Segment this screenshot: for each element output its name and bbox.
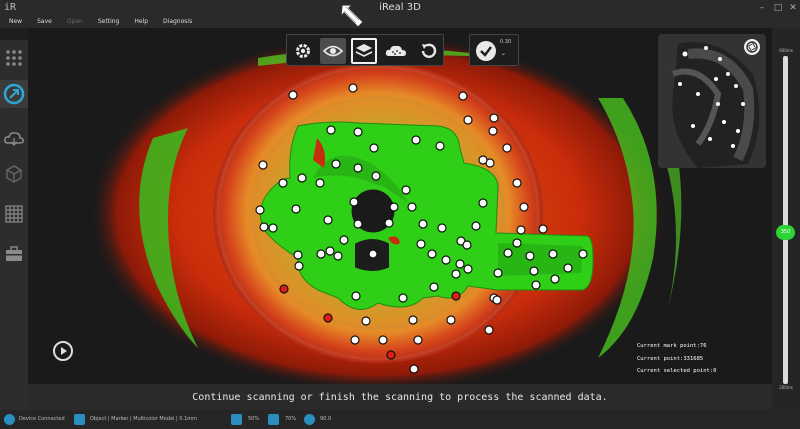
instruction-message: Continue scanning or finish the scanning… <box>28 384 772 410</box>
exposure-slider-track[interactable] <box>783 56 788 384</box>
menu-new[interactable]: New <box>0 16 22 28</box>
slider-min-label: 200ms <box>779 385 793 390</box>
cloud-point-icon[interactable] <box>383 38 409 64</box>
menu-save[interactable]: Save <box>28 16 52 28</box>
exposure-slider-thumb[interactable]: 350 <box>776 225 795 240</box>
play-button[interactable] <box>53 341 73 361</box>
view-toolbar <box>286 34 444 66</box>
resolution-selector[interactable]: 0.30 ⌄ <box>469 34 519 66</box>
title-bar: iR iReal 3D – □ ✕ <box>0 0 800 16</box>
gear-icon[interactable] <box>290 38 316 64</box>
quality-icon <box>304 414 315 425</box>
menu-help[interactable]: Help <box>125 16 148 28</box>
resolution-value: 0.30 <box>500 39 512 45</box>
toolbox-icon[interactable] <box>0 240 28 268</box>
checkmark-icon <box>476 41 496 61</box>
point-count: Current point:331685 <box>637 355 704 362</box>
left-toolbar <box>0 40 28 410</box>
exposure-slider-panel: 600ms 350 200ms <box>772 28 800 410</box>
mark-point-count: Current mark point:76 <box>637 343 707 349</box>
cloud-icon[interactable] <box>0 124 28 152</box>
quality-value: 90.0 <box>320 416 332 422</box>
grid-dots-icon[interactable] <box>0 44 28 72</box>
eye-icon[interactable] <box>320 38 346 64</box>
device-status: Device Connected <box>19 416 65 422</box>
undo-icon[interactable] <box>415 38 441 64</box>
menu-setting[interactable]: Setting <box>89 16 119 28</box>
camera-preview <box>658 34 766 168</box>
mode-icon <box>74 414 85 425</box>
scan-icon[interactable] <box>0 80 28 108</box>
close-icon[interactable]: ✕ <box>785 0 800 16</box>
selected-point-count: Current selected point:0 <box>637 368 717 374</box>
mesh-grid-icon[interactable] <box>0 200 28 228</box>
minimize-icon[interactable]: – <box>754 0 770 16</box>
layers-icon[interactable] <box>351 38 377 64</box>
pointer-arrow-icon <box>340 4 364 28</box>
status-bar: Device Connected Object | Marker | Multi… <box>0 410 800 429</box>
laser-value: 70% <box>285 416 297 422</box>
app-window: iR iReal 3D – □ ✕ New Save Open Setting … <box>0 0 800 429</box>
scan-stats: Current mark point:76 Current point:3316… <box>637 340 716 378</box>
menu-diagnosis[interactable]: Diagnosis <box>154 16 192 28</box>
window-title: iReal 3D <box>379 2 421 13</box>
brightness-value: 50% <box>248 416 260 422</box>
camera-shutter-icon[interactable] <box>744 39 760 55</box>
chevron-down-icon: ⌄ <box>501 50 507 57</box>
laser-icon <box>268 414 279 425</box>
cube-icon[interactable] <box>0 160 28 188</box>
slider-max-label: 600ms <box>779 48 793 53</box>
maximize-icon[interactable]: □ <box>770 0 786 16</box>
menu-bar: New Save Open Setting Help Diagnosis <box>0 16 800 28</box>
menu-open[interactable]: Open <box>58 16 83 28</box>
scan-mode-info: Object | Marker | Multicolor Model | 0.1… <box>90 416 197 422</box>
brightness-icon <box>231 414 242 425</box>
device-connected-icon <box>4 414 15 425</box>
